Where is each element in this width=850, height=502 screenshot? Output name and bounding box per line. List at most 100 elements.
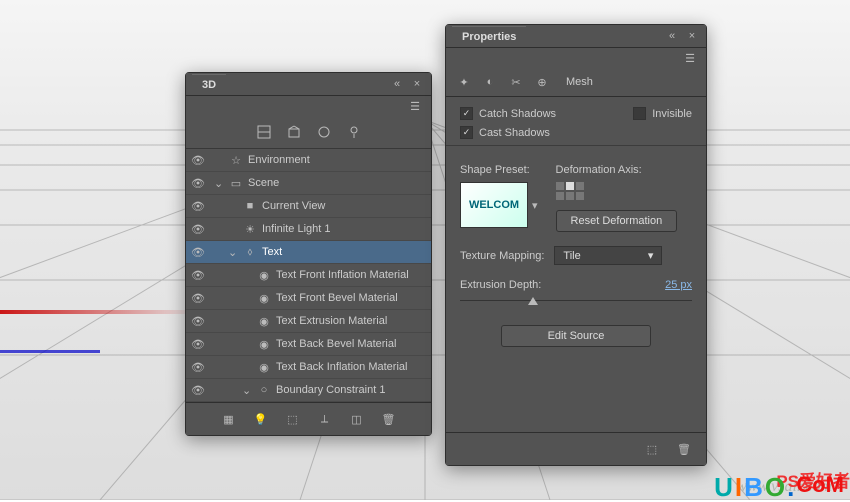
visibility-icon[interactable]: 👁 [190, 269, 206, 282]
panel-close-icon[interactable]: × [409, 76, 425, 92]
invisible-checkbox[interactable]: Invisible [633, 107, 692, 120]
tree-item[interactable]: 👁 ⌄ ⬨ Text [186, 241, 431, 264]
tab-mesh-icon[interactable]: ✦ [456, 74, 472, 90]
visibility-icon[interactable]: 👁 [190, 154, 206, 167]
invisible-label: Invisible [652, 108, 692, 120]
chevron-down-icon: ▾ [648, 249, 654, 262]
tree-item-label: Text Front Inflation Material [276, 269, 409, 281]
axis-z [0, 350, 100, 353]
texture-mapping-value: Tile [563, 250, 580, 262]
render-icon[interactable]: ▦ [221, 411, 237, 427]
visibility-icon[interactable]: 👁 [190, 384, 206, 397]
visibility-icon[interactable]: 👁 [190, 338, 206, 351]
tree-item-label: Infinite Light 1 [262, 223, 331, 235]
tree-item[interactable]: 👁 ⌄ ▭ Scene [186, 172, 431, 195]
panel-properties: Properties « × ☰ ✦ ◐ ✂ ⊕ Mesh Catch Shad… [445, 24, 707, 466]
panel-3d-tab[interactable]: 3D [192, 74, 226, 95]
panel-menu-icon[interactable]: ☰ [682, 50, 698, 66]
expand-icon[interactable]: ⌄ [242, 384, 252, 397]
shape-preset-label: Shape Preset: [460, 164, 538, 176]
panel-collapse-icon[interactable]: « [389, 76, 405, 92]
light-add-icon[interactable]: 💡 [253, 411, 269, 427]
extrusion-slider[interactable] [460, 293, 692, 309]
visibility-icon[interactable]: 👁 [190, 292, 206, 305]
panel-menu-icon[interactable]: ☰ [407, 98, 423, 114]
tree-item-label: Scene [248, 177, 279, 189]
tree-item-label: Boundary Constraint 1 [276, 384, 385, 396]
tree-item[interactable]: 👁◉Text Back Inflation Material [186, 356, 431, 379]
tree-item[interactable]: 👁 ◉ Text Front Bevel Material [186, 287, 431, 310]
deformation-axis-label: Deformation Axis: [556, 164, 678, 176]
cast-shadows-checkbox[interactable]: Cast Shadows [460, 126, 692, 139]
tree-item-label: Text Extrusion Material [276, 315, 387, 327]
mat-icon: ◉ [256, 336, 272, 352]
expand-icon[interactable]: ⌄ [228, 246, 238, 259]
tab-cap-icon[interactable]: ✂ [508, 74, 524, 90]
brand-logo: UIBO.CoM [714, 474, 844, 500]
tab-deform-icon[interactable]: ◐ [482, 74, 498, 90]
tree-item[interactable]: 👁 ◉ Text Front Inflation Material [186, 264, 431, 287]
tree-item-label: Current View [262, 200, 325, 212]
shape-preset-thumbnail[interactable]: WELCOM [460, 182, 528, 228]
render-settings-icon[interactable]: ⬚ [644, 441, 660, 457]
trash-icon[interactable]: 🗑 [381, 411, 397, 427]
scene-tree: 👁 ☆ Environment 👁 ⌄ ▭ Scene 👁 ■ Current View 👁 ☀ Inf… [186, 149, 431, 402]
chevron-down-icon[interactable]: ▾ [532, 199, 538, 212]
tab-mesh-label: Mesh [566, 76, 593, 88]
deformation-axis-grid[interactable] [556, 182, 678, 202]
property-tabs: ✦ ◐ ✂ ⊕ Mesh [446, 68, 706, 97]
camera-add-icon[interactable]: ⬚ [285, 411, 301, 427]
ground-icon[interactable]: ⟂ [317, 411, 333, 427]
panel-properties-tab[interactable]: Properties [452, 26, 526, 47]
mat-icon: ◉ [256, 313, 272, 329]
scene-icon: ▭ [228, 175, 244, 191]
tree-item[interactable]: 👁 ☆ Environment [186, 149, 431, 172]
panel-3d: 3D « × ☰ 👁 ☆ Environment 👁 ⌄ ▭ Scene 👁 ■ Current … [185, 72, 432, 436]
edit-source-button[interactable]: Edit Source [501, 325, 651, 347]
light-icon: ☀ [242, 221, 258, 237]
visibility-icon[interactable]: 👁 [190, 223, 206, 236]
env-icon: ☆ [228, 152, 244, 168]
catch-shadows-checkbox[interactable]: Catch Shadows [460, 107, 556, 120]
thumb-text: WELCOM [469, 199, 519, 211]
camera-icon: ■ [242, 198, 258, 214]
tree-item[interactable]: 👁 ☀ Infinite Light 1 [186, 218, 431, 241]
filter-scene-icon[interactable] [256, 124, 272, 140]
tree-item[interactable]: 👁 ◉ Text Extrusion Material [186, 310, 431, 333]
tree-item-label: Environment [248, 154, 310, 166]
extrusion-depth-input[interactable]: 25 px [665, 279, 692, 291]
panel-close-icon[interactable]: × [684, 28, 700, 44]
visibility-icon[interactable]: 👁 [190, 246, 206, 259]
tree-item-label: Text Back Bevel Material [276, 338, 396, 350]
constraint-icon: ○ [256, 382, 272, 398]
trash-icon[interactable]: 🗑 [676, 441, 692, 457]
visibility-icon[interactable]: 👁 [190, 361, 206, 374]
tree-item[interactable]: 👁 ◉ Text Back Bevel Material [186, 333, 431, 356]
filter-light-icon[interactable] [346, 124, 362, 140]
mat-icon: ◉ [256, 290, 272, 306]
cast-shadows-label: Cast Shadows [479, 127, 550, 139]
reset-deformation-button[interactable]: Reset Deformation [556, 210, 678, 232]
visibility-icon[interactable]: 👁 [190, 315, 206, 328]
new-icon[interactable]: ◫ [349, 411, 365, 427]
visibility-icon[interactable]: 👁 [190, 200, 206, 213]
tree-item-label: Text Back Inflation Material [276, 361, 407, 373]
tree-item-label: Text Front Bevel Material [276, 292, 398, 304]
texture-mapping-select[interactable]: Tile ▾ [554, 246, 662, 265]
tree-item[interactable]: 👁 ■ Current View [186, 195, 431, 218]
panel-3d-footer: ▦ 💡 ⬚ ⟂ ◫ 🗑 [186, 402, 431, 435]
tree-item[interactable]: 👁 ⌄ ○ Boundary Constraint 1 [186, 379, 431, 402]
tree-item-label: Text [262, 246, 282, 258]
tab-coord-icon[interactable]: ⊕ [534, 74, 550, 90]
catch-shadows-label: Catch Shadows [479, 108, 556, 120]
filter-material-icon[interactable] [316, 124, 332, 140]
text-icon: ⬨ [242, 244, 258, 260]
expand-icon[interactable]: ⌄ [214, 177, 224, 190]
mat-icon: ◉ [256, 267, 272, 283]
extrusion-depth-label: Extrusion Depth: [460, 279, 541, 291]
filter-row [186, 116, 431, 149]
filter-mesh-icon[interactable] [286, 124, 302, 140]
texture-mapping-label: Texture Mapping: [460, 250, 544, 262]
visibility-icon[interactable]: 👁 [190, 177, 206, 190]
panel-collapse-icon[interactable]: « [664, 28, 680, 44]
